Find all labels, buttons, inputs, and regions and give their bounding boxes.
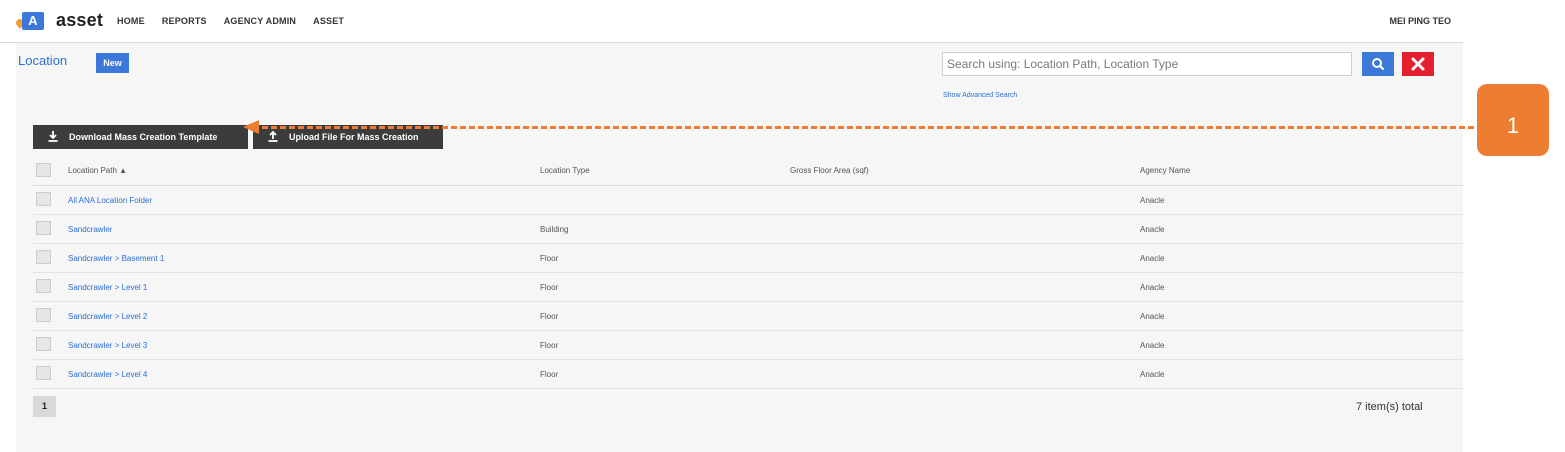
table-row: Sandcrawler > Level 4 Floor Anacle — [33, 360, 1463, 389]
row-checkbox[interactable] — [36, 337, 51, 351]
row-checkbox[interactable] — [36, 308, 51, 322]
table-row: Sandcrawler Building Anacle — [33, 215, 1463, 244]
location-type-cell: Floor — [540, 370, 559, 379]
location-path-link[interactable]: Sandcrawler > Level 1 — [68, 283, 147, 292]
row-checkbox[interactable] — [36, 221, 51, 235]
column-label: Location Path — [68, 166, 117, 175]
advanced-search-link[interactable]: Show Advanced Search — [943, 92, 1017, 99]
table-row: Sandcrawler > Level 3 Floor Anacle — [33, 331, 1463, 360]
nav-item-agency-admin[interactable]: AGENCY ADMIN — [224, 16, 296, 26]
nav-item-home[interactable]: HOME — [117, 16, 145, 26]
agency-name-cell: Anacle — [1140, 225, 1165, 234]
location-type-cell: Floor — [540, 283, 559, 292]
upload-icon — [267, 130, 281, 144]
new-button[interactable]: New — [96, 53, 129, 73]
pagination-page-button[interactable]: 1 — [33, 396, 56, 417]
search-button[interactable] — [1362, 52, 1394, 76]
column-header-location-path[interactable]: Location Path ▲ — [68, 166, 127, 175]
agency-name-cell: Anacle — [1140, 312, 1165, 321]
search-input[interactable] — [942, 52, 1352, 76]
close-icon — [1411, 57, 1425, 71]
logo-text: asset — [56, 10, 104, 30]
top-navigation-bar: A asset HOME REPORTS AGENCY ADMIN ASSET … — [0, 0, 1463, 43]
location-type-cell: Floor — [540, 254, 559, 263]
row-checkbox[interactable] — [36, 366, 51, 380]
item-total-count: 7 item(s) total — [1356, 401, 1423, 413]
location-type-cell: Floor — [540, 341, 559, 350]
search-icon — [1372, 58, 1385, 71]
location-type-cell: Building — [540, 225, 569, 234]
table-row: All ANA Location Folder Anacle — [33, 186, 1463, 215]
location-type-cell: Floor — [540, 312, 559, 321]
download-template-button[interactable]: Download Mass Creation Template — [33, 125, 248, 149]
select-all-checkbox[interactable] — [36, 163, 51, 177]
download-icon — [47, 130, 61, 144]
table-row: Sandcrawler > Level 1 Floor Anacle — [33, 273, 1463, 302]
callout-dashed-line — [262, 126, 1474, 129]
table-row: Sandcrawler > Basement 1 Floor Anacle — [33, 244, 1463, 273]
nav-item-asset[interactable]: ASSET — [313, 16, 344, 26]
location-path-link[interactable]: Sandcrawler > Level 2 — [68, 312, 147, 321]
agency-name-cell: Anacle — [1140, 341, 1165, 350]
column-header-agency-name[interactable]: Agency Name — [1140, 166, 1190, 175]
logo-mark: A — [14, 11, 44, 31]
page-title: Location — [18, 53, 68, 68]
upload-file-label: Upload File For Mass Creation — [289, 132, 419, 142]
location-path-link[interactable]: Sandcrawler > Level 4 — [68, 370, 147, 379]
callout-arrow-icon — [243, 120, 259, 134]
table-header: Location Path ▲ Location Type Gross Floo… — [33, 157, 1463, 186]
main-nav: HOME REPORTS AGENCY ADMIN ASSET — [117, 16, 344, 26]
download-template-label: Download Mass Creation Template — [69, 132, 218, 142]
column-header-gross-floor-area[interactable]: Gross Floor Area (sqf) — [790, 166, 869, 175]
clear-search-button[interactable] — [1402, 52, 1434, 76]
user-menu[interactable]: MEI PING TEO — [1389, 16, 1451, 26]
location-path-link[interactable]: All ANA Location Folder — [68, 196, 152, 205]
callout-number-badge: 1 — [1477, 84, 1549, 156]
sort-ascending-icon: ▲ — [119, 166, 128, 175]
agency-name-cell: Anacle — [1140, 370, 1165, 379]
column-header-location-type[interactable]: Location Type — [540, 166, 590, 175]
row-checkbox[interactable] — [36, 192, 51, 206]
app-logo[interactable]: A asset — [14, 10, 104, 31]
location-path-link[interactable]: Sandcrawler > Basement 1 — [68, 254, 164, 263]
nav-item-reports[interactable]: REPORTS — [162, 16, 207, 26]
location-path-link[interactable]: Sandcrawler — [68, 225, 112, 234]
logo-letter: A — [22, 11, 44, 30]
row-checkbox[interactable] — [36, 250, 51, 264]
location-path-link[interactable]: Sandcrawler > Level 3 — [68, 341, 147, 350]
agency-name-cell: Anacle — [1140, 196, 1165, 205]
table-row: Sandcrawler > Level 2 Floor Anacle — [33, 302, 1463, 331]
agency-name-cell: Anacle — [1140, 254, 1165, 263]
agency-name-cell: Anacle — [1140, 283, 1165, 292]
row-checkbox[interactable] — [36, 279, 51, 293]
